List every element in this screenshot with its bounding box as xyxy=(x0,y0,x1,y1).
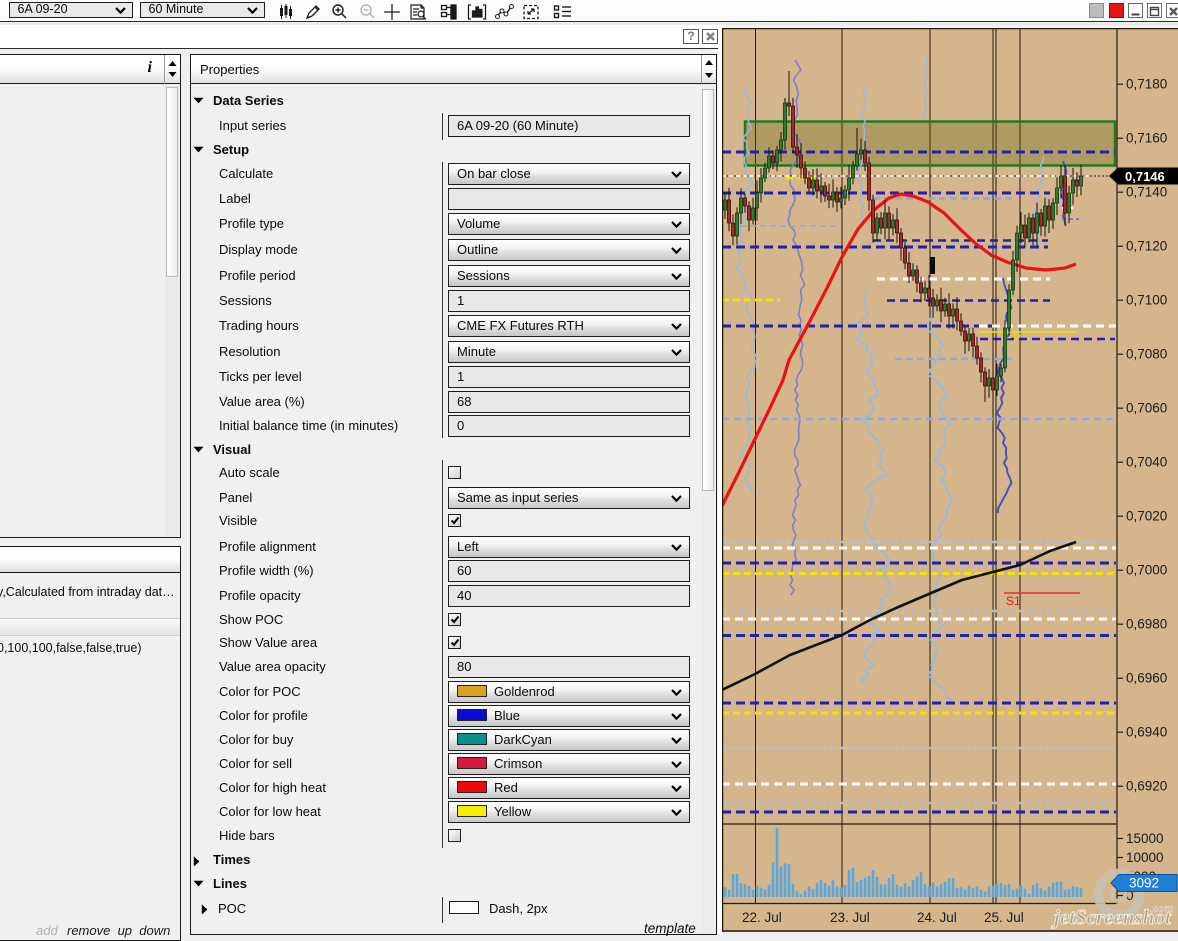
svg-text:3092: 3092 xyxy=(1129,876,1159,891)
svg-text:.com: .com xyxy=(1150,904,1173,915)
svg-text:24. Jul: 24. Jul xyxy=(917,910,957,925)
svg-text:0,7040: 0,7040 xyxy=(1126,455,1167,470)
svg-text:0,6920: 0,6920 xyxy=(1126,779,1167,794)
svg-text:10000: 10000 xyxy=(1126,850,1164,865)
svg-text:0,7060: 0,7060 xyxy=(1126,401,1167,416)
svg-text:15000: 15000 xyxy=(1126,831,1164,846)
svg-text:0,7180: 0,7180 xyxy=(1126,77,1167,92)
svg-text:0,7080: 0,7080 xyxy=(1126,347,1167,362)
svg-text:0,7160: 0,7160 xyxy=(1126,131,1167,146)
svg-text:23. Jul: 23. Jul xyxy=(830,910,870,925)
svg-text:0,7020: 0,7020 xyxy=(1126,509,1167,524)
svg-text:0,7140: 0,7140 xyxy=(1126,185,1167,200)
svg-text:PP: PP xyxy=(1005,331,1021,345)
svg-text:0,6980: 0,6980 xyxy=(1126,617,1167,632)
svg-text:0,6940: 0,6940 xyxy=(1126,725,1167,740)
svg-text:0,7000: 0,7000 xyxy=(1126,563,1167,578)
svg-text:0,7146: 0,7146 xyxy=(1125,169,1165,184)
svg-text:S1: S1 xyxy=(1006,594,1021,608)
svg-text:0,6960: 0,6960 xyxy=(1126,671,1167,686)
svg-text:22. Jul: 22. Jul xyxy=(742,910,782,925)
svg-text:0,7120: 0,7120 xyxy=(1126,239,1167,254)
svg-text:0,7100: 0,7100 xyxy=(1126,293,1167,308)
svg-text:25. Jul: 25. Jul xyxy=(984,910,1024,925)
